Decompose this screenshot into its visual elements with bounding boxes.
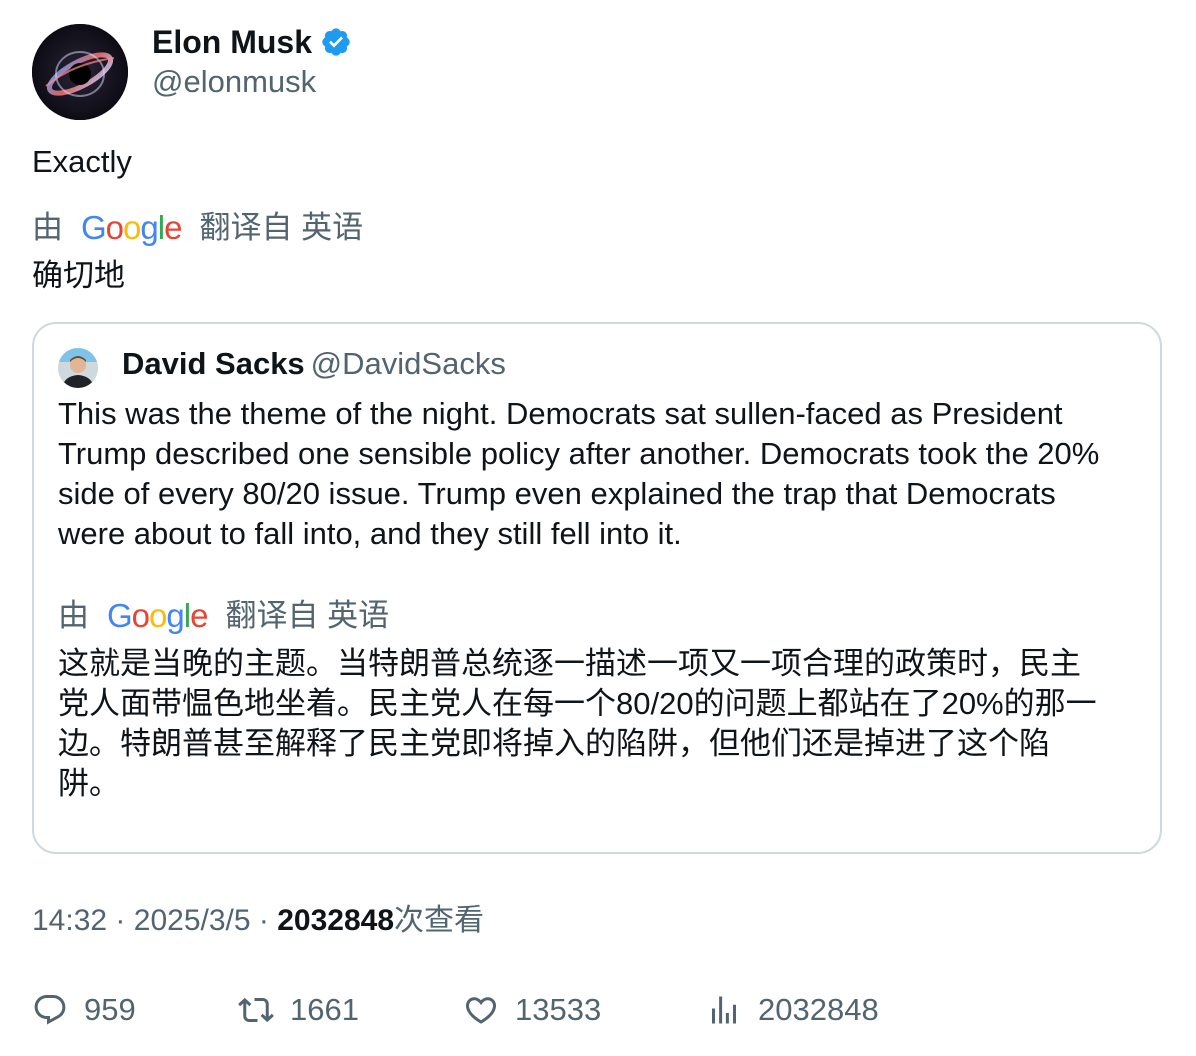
author-handle[interactable]: @elonmusk — [152, 62, 316, 102]
author-name-row[interactable]: Elon Musk — [152, 22, 352, 62]
tweet-text: Exactly — [32, 144, 132, 179]
quoted-translated-line: 边。特朗普甚至解释了民主党即将掉入的陷阱，但他们还是掉进了这个陷 — [58, 726, 1050, 761]
quoted-author-name: David Sacks — [122, 346, 305, 381]
translation-source-label: 翻译自 英语 — [199, 210, 364, 245]
translation-by-label: 由 — [58, 598, 89, 633]
quoted-translation-attribution[interactable]: 由 Google 翻译自 英语 — [58, 596, 389, 636]
retweet-button[interactable]: 1661 — [238, 988, 359, 1032]
quoted-author-handle: @DavidSacks — [310, 346, 506, 381]
reply-button[interactable]: 959 — [32, 988, 136, 1032]
verified-badge-icon — [322, 28, 350, 56]
views-action-count: 2032848 — [758, 992, 879, 1027]
tweet-date[interactable]: 2025/3/5 — [134, 904, 251, 937]
quoted-author-row: David Sacks @DavidSacks — [122, 344, 506, 384]
quoted-translated-body: 这就是当晚的主题。当特朗普总统逐一描述一项又一项合理的政策时，民主 党人面带愠色… — [58, 644, 1148, 804]
avatar-image — [32, 24, 128, 120]
quoted-translated-line: 党人面带愠色地坐着。民主党人在每一个80/20的问题上都站在了20%的那一 — [58, 686, 1097, 721]
tweet-time[interactable]: 14:32 — [32, 904, 107, 937]
google-logo: Google — [81, 209, 182, 246]
author-avatar[interactable] — [32, 24, 128, 120]
heart-icon — [465, 997, 497, 1024]
views-count: 2032848 — [277, 904, 395, 937]
reply-icon — [34, 995, 66, 1025]
meta-separator: · — [115, 904, 126, 937]
tweet-translated-text: 确切地 — [32, 258, 125, 293]
tweet-meta: 14:32 · 2025/3/5 · 2032848次查看 — [32, 901, 484, 941]
translation-by-label: 由 — [32, 210, 63, 245]
quoted-text-line: side of every 80/20 issue. Trump even ex… — [58, 476, 1056, 511]
retweet-count: 1661 — [290, 992, 359, 1027]
quoted-tweet-body: This was the theme of the night. Democra… — [58, 394, 1148, 554]
quoted-translated-line: 阱。 — [58, 766, 120, 801]
quoted-text-line: This was the theme of the night. Democra… — [58, 396, 1063, 431]
like-button[interactable]: 13533 — [463, 988, 601, 1032]
google-logo: Google — [107, 597, 208, 634]
quoted-text-line: Trump described one sensible policy afte… — [58, 436, 1100, 471]
quoted-text-line: were about to fall into, and they still … — [58, 516, 682, 551]
retweet-icon — [238, 997, 274, 1023]
quoted-translated-line: 这就是当晚的主题。当特朗普总统逐一描述一项又一项合理的政策时，民主 — [58, 646, 1081, 681]
translation-attribution[interactable]: 由 Google 翻译自 英语 — [32, 208, 363, 248]
views-button[interactable]: 2032848 — [706, 988, 879, 1032]
quoted-tweet-card[interactable]: David Sacks @DavidSacks This was the them… — [32, 322, 1162, 854]
reply-count: 959 — [84, 992, 136, 1027]
quoted-author-avatar — [58, 348, 98, 388]
views-label: 次查看 — [394, 904, 485, 937]
author-name[interactable]: Elon Musk — [152, 22, 312, 62]
translation-source-label: 翻译自 英语 — [225, 598, 390, 633]
analytics-bars-icon — [712, 996, 736, 1024]
like-count: 13533 — [515, 992, 602, 1027]
quoted-avatar-image — [58, 348, 98, 388]
meta-separator: · — [258, 904, 269, 937]
